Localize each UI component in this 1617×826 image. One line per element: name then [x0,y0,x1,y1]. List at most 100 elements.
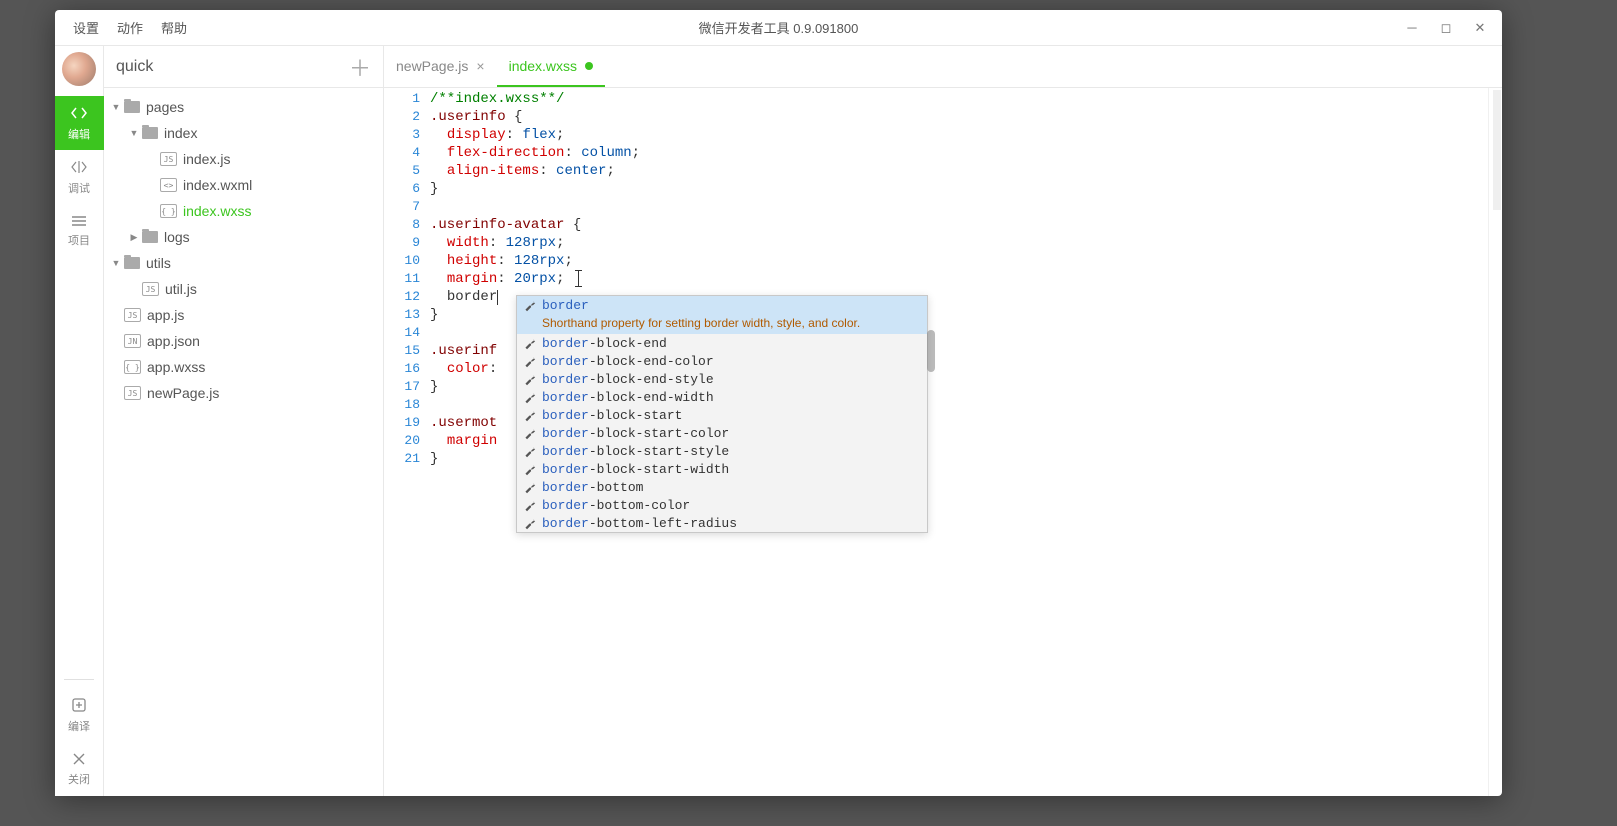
code-line[interactable]: margin: 20rpx; [430,270,1502,288]
autocomplete-label: border-bottom [542,480,643,495]
rail-edit-label: 编辑 [68,126,90,142]
code-line[interactable] [430,198,1502,216]
twisty-icon: ▼ [110,102,122,112]
autocomplete-item[interactable]: border-block-start-style [517,442,927,460]
autocomplete-item[interactable]: border-block-end-style [517,370,927,388]
menu-settings[interactable]: 设置 [73,18,99,37]
autocomplete-item[interactable]: border-block-start [517,406,927,424]
autocomplete-item[interactable]: border [517,296,927,314]
wrench-icon [523,355,536,368]
folder-pages[interactable]: ▼ pages [104,94,383,120]
close-window-button[interactable]: ✕ [1470,18,1490,38]
autocomplete-item[interactable]: border-bottom-left-radius [517,514,927,532]
tree-label: index [164,125,197,141]
autocomplete-item[interactable]: border-block-end [517,334,927,352]
tab-close-icon[interactable]: × [476,58,484,74]
maximize-button[interactable]: ◻ [1436,18,1456,38]
file-icon: JS [124,386,141,400]
tree-label: index.wxml [183,177,252,193]
rail-compile[interactable]: 编译 [55,688,104,742]
tree-label: newPage.js [147,385,219,401]
rail-close[interactable]: 关闭 [55,742,104,796]
autocomplete-label: border-block-start-style [542,444,729,459]
twisty-icon: ▶ [128,232,140,243]
folder-icon [124,257,140,269]
folder-logs[interactable]: ▶logs [104,224,383,250]
autocomplete-label: border [542,298,589,313]
wrench-icon [523,427,536,440]
file-util.js[interactable]: ▶JSutil.js [104,276,383,302]
file-icon: JS [142,282,159,296]
titlebar: 设置 动作 帮助 微信开发者工具 0.9.091800 ─ ◻ ✕ [55,10,1502,46]
rail-close-label: 关闭 [68,771,90,787]
wrench-icon [523,517,536,530]
folder-index[interactable]: ▼ index [104,120,383,146]
folder-icon [124,101,140,113]
file-index.wxml[interactable]: ▶<>index.wxml [104,172,383,198]
file-app.json[interactable]: ▶JNapp.json [104,328,383,354]
file-index.wxss[interactable]: ▶{ }index.wxss [104,198,383,224]
rail-debug[interactable]: 调试 [55,150,104,204]
file-index.js[interactable]: ▶JSindex.js [104,146,383,172]
code-line[interactable]: align-items: center; [430,162,1502,180]
autocomplete-item[interactable]: border-block-start-color [517,424,927,442]
menu-action[interactable]: 动作 [117,18,143,37]
file-app.js[interactable]: ▶JSapp.js [104,302,383,328]
close-icon [71,751,87,767]
autocomplete-item[interactable]: border-block-start-width [517,460,927,478]
text-cursor [578,271,579,286]
file-newPage.js[interactable]: ▶JSnewPage.js [104,380,383,406]
folder-utils[interactable]: ▼ utils [104,250,383,276]
code-line[interactable]: width: 128rpx; [430,234,1502,252]
tree-label: app.wxss [147,359,205,375]
code-line[interactable]: /**index.wxss**/ [430,90,1502,108]
autocomplete-item[interactable]: border-block-end-color [517,352,927,370]
code-line[interactable]: .userinfo { [430,108,1502,126]
file-app.wxss[interactable]: ▶{ }app.wxss [104,354,383,380]
autocomplete-description: Shorthand property for setting border wi… [517,314,927,334]
autocomplete-item[interactable]: border-bottom [517,478,927,496]
wrench-icon [523,409,536,422]
tab-label: index.wxss [509,58,577,74]
tree-label: pages [146,99,184,115]
minimize-button[interactable]: ─ [1402,18,1422,38]
add-file-button[interactable]: ＋ [349,51,371,83]
project-icon [70,214,88,228]
code-line[interactable]: flex-direction: column; [430,144,1502,162]
autocomplete-item[interactable]: border-bottom-color [517,496,927,514]
tree-label: utils [146,255,171,271]
autocomplete-popup[interactable]: borderShorthand property for setting bor… [516,295,928,533]
left-rail: 编辑 调试 项目 编译 关闭 [55,46,104,796]
wrench-icon [523,391,536,404]
autocomplete-item[interactable]: border-block-end-width [517,388,927,406]
file-tree[interactable]: ▼pages▼index▶JSindex.js▶<>index.wxml▶{ }… [104,88,383,796]
menu-help[interactable]: 帮助 [161,18,187,37]
avatar[interactable] [62,52,96,86]
file-icon: JN [124,334,141,348]
autocomplete-label: border-block-end-style [542,372,714,387]
debug-icon [70,158,88,176]
window-controls: ─ ◻ ✕ [1402,18,1502,38]
editor-tabs: newPage.js× index.wxss [384,46,1502,88]
code-line[interactable]: .userinfo-avatar { [430,216,1502,234]
autocomplete-label: border-block-start-width [542,462,729,477]
folder-icon [142,127,158,139]
code-line[interactable]: height: 128rpx; [430,252,1502,270]
tab-index.wxss[interactable]: index.wxss [497,46,605,87]
tab-newPage.js[interactable]: newPage.js× [384,46,497,87]
wrench-icon [523,499,536,512]
wrench-icon [523,337,536,350]
caret [497,290,498,305]
autocomplete-scrollbar[interactable] [927,330,935,372]
rail-project[interactable]: 项目 [55,204,104,258]
autocomplete-label: border-block-end-width [542,390,714,405]
code-line[interactable]: display: flex; [430,126,1502,144]
twisty-icon: ▼ [128,128,140,138]
rail-edit[interactable]: 编辑 [55,96,104,150]
twisty-icon: ▼ [110,258,122,268]
minimap[interactable] [1488,88,1502,796]
modified-indicator-icon [585,62,593,70]
file-icon: JS [124,308,141,322]
code-line[interactable]: } [430,180,1502,198]
project-name: quick [116,58,153,76]
